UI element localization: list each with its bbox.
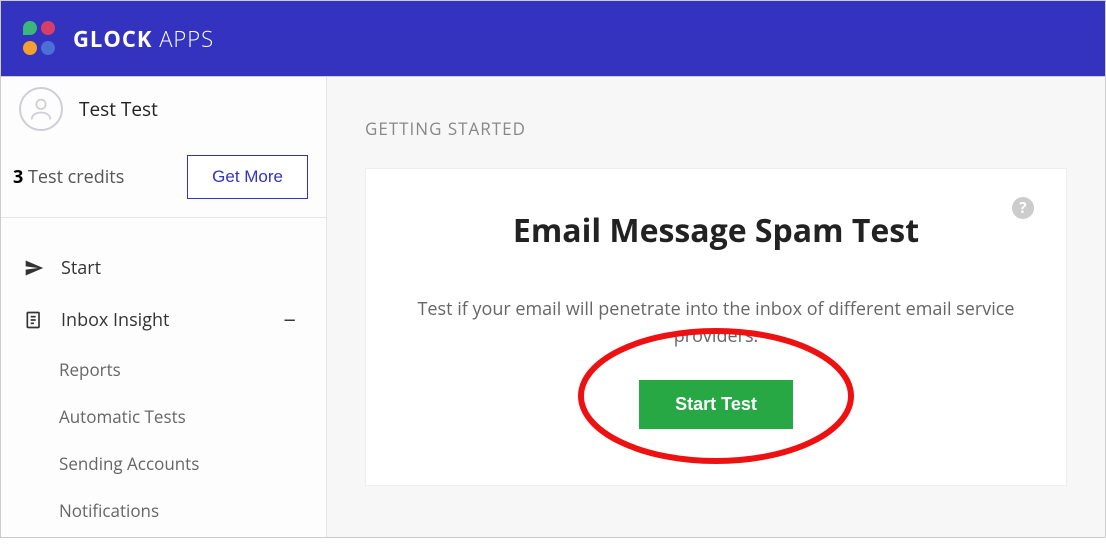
main-content: GETTING STARTED ? Email Message Spam Tes… <box>327 77 1105 537</box>
section-title: GETTING STARTED <box>365 117 1067 140</box>
brand-logo[interactable]: GLOCK APPS <box>23 21 214 57</box>
get-more-button[interactable]: Get More <box>187 155 308 199</box>
sidebar-item-sending-accounts[interactable]: Sending Accounts <box>59 440 326 487</box>
app-header: GLOCK APPS <box>1 1 1105 77</box>
report-icon <box>19 310 49 330</box>
sidebar-item-label: Inbox Insight <box>61 308 169 332</box>
sidebar: Test Test 3 Test credits Get More Start <box>1 77 327 537</box>
sidebar-item-reports[interactable]: Reports <box>59 346 326 393</box>
logo-icon <box>23 21 59 57</box>
collapse-icon[interactable]: − <box>283 305 296 335</box>
card-title: Email Message Spam Test <box>416 209 1016 252</box>
sidebar-item-notifications[interactable]: Notifications <box>59 487 326 534</box>
sidebar-item-automatic-tests[interactable]: Automatic Tests <box>59 393 326 440</box>
avatar[interactable] <box>19 87 63 131</box>
brand-name: GLOCK APPS <box>73 24 214 54</box>
sidebar-item-inbox-insight[interactable]: Inbox Insight − <box>1 294 326 346</box>
sidebar-nav: Start Inbox Insight − Reports Automatic … <box>1 218 326 558</box>
sidebar-item-label: Start <box>61 256 101 280</box>
start-test-button[interactable]: Start Test <box>639 380 793 429</box>
sidebar-item-start[interactable]: Start <box>1 242 326 294</box>
help-icon[interactable]: ? <box>1012 197 1034 219</box>
spam-test-card: ? Email Message Spam Test Test if your e… <box>365 168 1067 486</box>
credits-text: 3 Test credits <box>13 165 124 189</box>
sidebar-submenu: Reports Automatic Tests Sending Accounts… <box>1 346 326 534</box>
card-description: Test if your email will penetrate into t… <box>416 296 1016 350</box>
credits-row: 3 Test credits Get More <box>1 131 326 218</box>
user-section: Test Test <box>1 77 326 131</box>
paper-plane-icon <box>19 258 49 278</box>
user-name: Test Test <box>79 96 158 122</box>
user-icon <box>27 95 55 123</box>
